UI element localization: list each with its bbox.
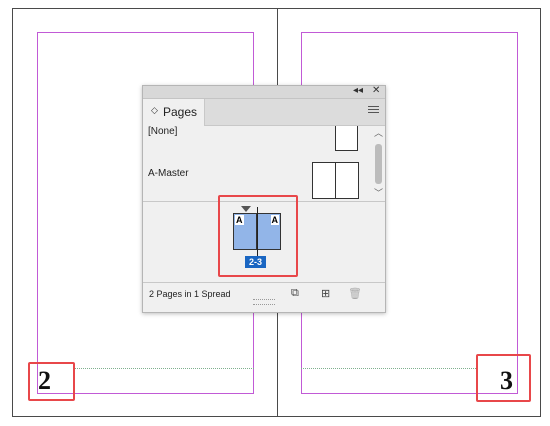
panel-resize-grip[interactable] (253, 299, 275, 305)
panel-footer: 2 Pages in 1 Spread ⧉ ⊞ 🗑 (143, 282, 385, 306)
master-none-thumbnail[interactable] (335, 126, 358, 151)
left-page-number-highlight (28, 362, 75, 401)
close-panel-icon[interactable]: ✕ (372, 85, 380, 97)
collapse-panel-icon[interactable]: ◂◂ (353, 85, 363, 97)
master-none-label[interactable]: [None] (148, 126, 177, 137)
tab-options-icon: ◇ (151, 105, 158, 115)
right-page-baseline-guide (301, 368, 476, 369)
a-master-label[interactable]: A-Master (148, 168, 189, 179)
scroll-up-icon[interactable]: ︿ (374, 126, 383, 139)
delete-page-icon[interactable]: 🗑 (348, 287, 362, 300)
new-page-icon[interactable]: ⊞ (321, 287, 330, 300)
right-page-number-highlight (476, 354, 531, 402)
scroll-down-icon[interactable]: ﹀ (374, 186, 383, 199)
tab-pages[interactable]: ◇ Pages (143, 99, 205, 126)
masters-scrollbar[interactable]: ︿ ﹀ (371, 126, 385, 200)
page-count-status: 2 Pages in 1 Spread (149, 289, 231, 299)
panel-tab-bar: ◇ Pages (143, 99, 385, 126)
panel-title-strip: ◂◂ ✕ (143, 85, 385, 99)
masters-list: [None] A-Master (143, 126, 371, 200)
edit-page-size-icon[interactable]: ⧉ (291, 287, 299, 300)
spread-thumbnail-highlight (218, 195, 298, 277)
panel-menu-icon[interactable] (368, 106, 379, 115)
scrollbar-thumb[interactable] (375, 144, 382, 184)
left-page-baseline-guide (74, 368, 254, 369)
a-master-thumbnail[interactable] (312, 162, 359, 199)
tab-pages-label: Pages (163, 105, 198, 119)
